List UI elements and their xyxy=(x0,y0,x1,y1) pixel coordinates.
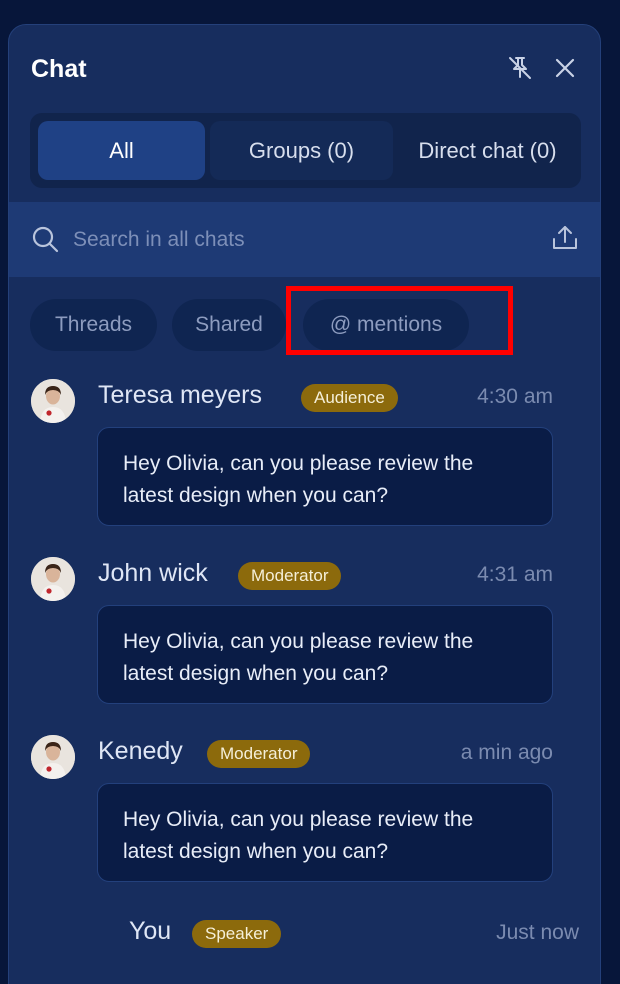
message-bubble: Hey Olivia, can you please review the la… xyxy=(97,605,553,704)
sender-name: Teresa meyers xyxy=(98,381,262,409)
close-icon[interactable] xyxy=(552,55,578,81)
message-time: 4:30 am xyxy=(477,385,553,408)
role-badge: Audience xyxy=(301,384,398,412)
avatar xyxy=(31,557,75,601)
chat-header: Chat xyxy=(9,25,600,113)
avatar xyxy=(31,379,75,423)
chat-tabs: All Groups (0) Direct chat (0) xyxy=(30,113,581,188)
search-bar xyxy=(9,202,600,277)
filter-threads[interactable]: Threads xyxy=(30,299,157,351)
search-input[interactable] xyxy=(73,220,513,260)
search-icon xyxy=(31,225,59,253)
tab-direct-chat[interactable]: Direct chat (0) xyxy=(400,121,575,180)
sender-name: Kenedy xyxy=(98,737,183,765)
tab-all[interactable]: All xyxy=(38,121,205,180)
sender-name: You xyxy=(129,917,172,945)
pin-off-icon[interactable] xyxy=(507,55,533,81)
upload-icon[interactable] xyxy=(550,223,580,253)
role-badge: Moderator xyxy=(207,740,311,768)
page-title: Chat xyxy=(31,55,87,83)
sender-name: John wick xyxy=(98,559,208,587)
message-time: a min ago xyxy=(460,741,553,764)
tab-groups[interactable]: Groups (0) xyxy=(210,121,393,180)
message-bubble: Hey Olivia, can you please review the la… xyxy=(97,783,553,882)
message-bubble: Hey Olivia, can you please review the la… xyxy=(97,427,553,526)
role-badge: Moderator xyxy=(238,562,342,590)
filter-shared[interactable]: Shared xyxy=(172,299,286,351)
chat-panel: Chat All Groups (0) Direct chat (0) Sear… xyxy=(8,24,601,984)
filter-mentions[interactable]: @ mentions xyxy=(303,299,469,351)
role-badge: Speaker xyxy=(192,920,282,948)
avatar xyxy=(31,735,75,779)
message-time: Just now xyxy=(496,921,579,944)
message-time: 4:31 am xyxy=(477,563,553,586)
